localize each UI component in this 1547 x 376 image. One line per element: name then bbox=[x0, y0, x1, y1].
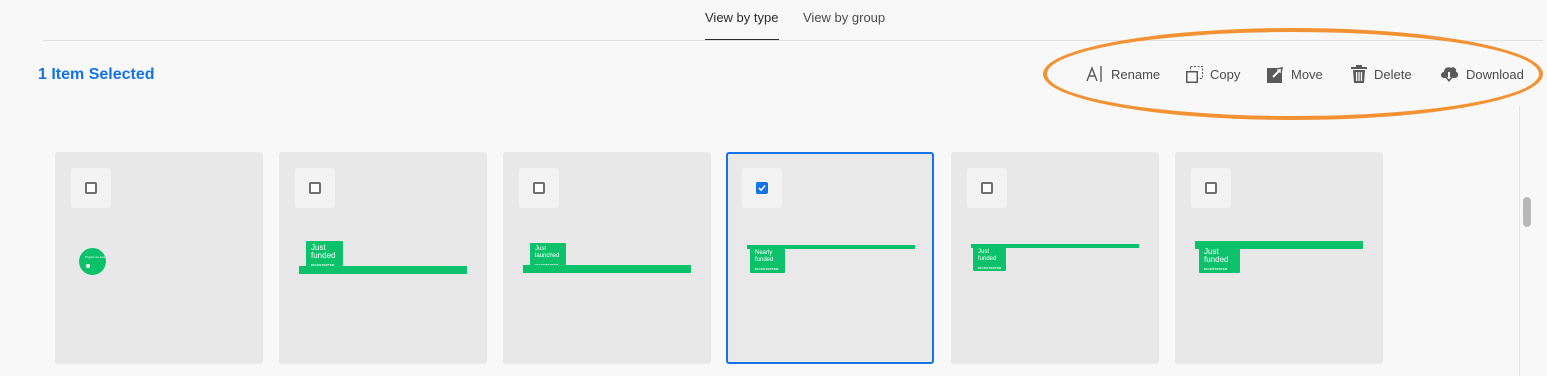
checkbox-icon[interactable] bbox=[1205, 182, 1217, 194]
move-label: Move bbox=[1291, 66, 1323, 82]
tab-view-by-type[interactable]: View by type bbox=[705, 10, 778, 25]
asset-thumbnail: Project we love bbox=[79, 248, 106, 275]
scrollbar-thumb[interactable] bbox=[1523, 197, 1531, 227]
tabs-divider bbox=[43, 40, 1543, 41]
copy-label: Copy bbox=[1210, 66, 1241, 82]
checkbox-container[interactable] bbox=[967, 168, 1007, 208]
cloud-download-icon bbox=[1441, 67, 1459, 82]
checkbox-icon[interactable] bbox=[981, 182, 993, 194]
checkbox-container[interactable] bbox=[742, 168, 782, 208]
asset-thumbnail-bar bbox=[299, 266, 467, 274]
rename-label: Rename bbox=[1111, 66, 1161, 82]
scrollbar-track[interactable] bbox=[1519, 106, 1535, 376]
checkbox-container[interactable] bbox=[1191, 168, 1231, 208]
checkbox-icon[interactable] bbox=[533, 182, 545, 194]
copy-icon bbox=[1186, 65, 1203, 83]
delete-label: Delete bbox=[1374, 66, 1412, 82]
download-button[interactable]: Download bbox=[1439, 63, 1524, 85]
asset-card[interactable]: Just launched KICKSTARTER bbox=[503, 152, 711, 364]
view-tabs: View by type View by group bbox=[0, 0, 1547, 42]
asset-card-selected[interactable]: Nearly funded KICKSTARTER bbox=[726, 152, 934, 364]
text-cursor-icon bbox=[1086, 66, 1102, 82]
asset-card[interactable]: Project we love bbox=[55, 152, 263, 364]
thumbnail-text: Just funded bbox=[1204, 247, 1229, 264]
tab-view-by-group[interactable]: View by group bbox=[803, 10, 885, 25]
thumbnail-text: Project we love bbox=[85, 255, 106, 259]
thumbnail-text: Nearly funded bbox=[755, 250, 774, 263]
copy-button[interactable]: Copy bbox=[1186, 63, 1240, 85]
checkbox-icon[interactable] bbox=[756, 182, 768, 194]
delete-button[interactable]: Delete bbox=[1351, 63, 1412, 85]
thumbnail-dot bbox=[86, 264, 90, 268]
thumbnail-text: Just launched bbox=[535, 246, 560, 259]
checkbox-icon[interactable] bbox=[309, 182, 321, 194]
asset-card[interactable]: Just funded KICKSTARTER bbox=[951, 152, 1159, 364]
asset-card[interactable]: Just funded KICKSTARTER bbox=[1175, 152, 1383, 364]
thumbnail-brand: KICKSTARTER bbox=[755, 267, 779, 271]
rename-button[interactable]: Rename bbox=[1086, 63, 1160, 85]
checkbox-icon[interactable] bbox=[85, 182, 97, 194]
download-label: Download bbox=[1466, 66, 1524, 82]
asset-thumbnail-badge: Just funded KICKSTARTER bbox=[1199, 245, 1240, 273]
asset-thumbnail-bar bbox=[523, 265, 691, 273]
trash-icon bbox=[1351, 65, 1367, 83]
checkbox-container[interactable] bbox=[71, 168, 111, 208]
asset-thumbnail-badge: Nearly funded KICKSTARTER bbox=[750, 247, 785, 273]
move-icon bbox=[1267, 66, 1283, 83]
selection-count: 1 Item Selected bbox=[38, 66, 155, 83]
thumbnail-text: Just funded bbox=[311, 243, 336, 260]
thumbnail-text: Just funded bbox=[978, 249, 997, 262]
checkmark-icon bbox=[758, 184, 766, 192]
checkbox-container[interactable] bbox=[519, 168, 559, 208]
asset-card[interactable]: Just funded KICKSTARTER bbox=[279, 152, 487, 364]
asset-thumbnail-badge: Just funded KICKSTARTER bbox=[973, 246, 1006, 271]
checkbox-container[interactable] bbox=[295, 168, 335, 208]
asset-thumbnail-badge: Just funded KICKSTARTER bbox=[306, 241, 343, 269]
thumbnail-brand: KICKSTARTER bbox=[978, 266, 1002, 270]
move-button[interactable]: Move bbox=[1267, 63, 1323, 85]
thumbnail-brand: KICKSTARTER bbox=[1204, 267, 1228, 271]
